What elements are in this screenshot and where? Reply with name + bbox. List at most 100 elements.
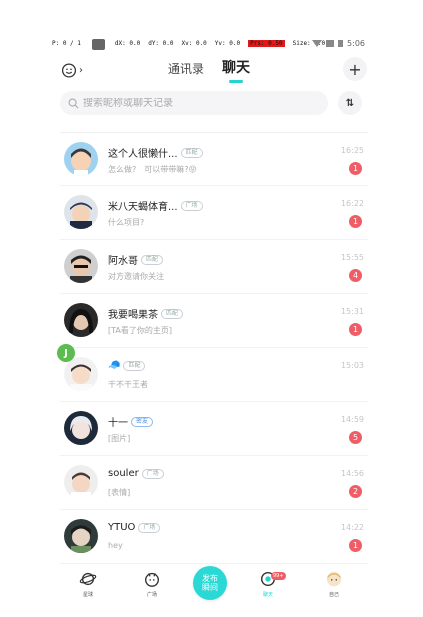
status-bar: 5:06 [312, 37, 365, 49]
conversation-row[interactable]: 十一 密友 [图片] 14:59 5 [60, 402, 368, 456]
wifi-icon [312, 39, 323, 47]
avatar[interactable] [64, 303, 98, 337]
source-tag: 密友 [131, 416, 154, 427]
anime-white-avatar-icon [64, 411, 98, 445]
conversation-row[interactable]: 我要喝果茶 匹配 [TA看了你的主页] 15:31 1 [60, 294, 368, 348]
nav-square[interactable]: 广场 [132, 570, 172, 598]
tab-chat[interactable]: 聊天 [222, 57, 250, 83]
source-tag: 广场 [141, 468, 164, 479]
source-tag: 匹配 [161, 308, 184, 319]
unread-badge: 1 [349, 539, 362, 552]
message-time: 14:59 [340, 415, 364, 424]
smile-plus-icon [61, 62, 77, 78]
status-app-icon [92, 39, 105, 50]
mood-button[interactable]: › [61, 59, 83, 81]
sort-button[interactable]: ⇅ [338, 91, 362, 115]
avatar[interactable] [64, 465, 98, 499]
nav-chat[interactable]: 99+ 聊天 [248, 570, 288, 598]
tab-contacts[interactable]: 通讯录 [168, 60, 204, 83]
conversation-row[interactable]: 这个人很懒什... 匹配 怎么做? 可以带带嘛?😝 16:25 1 [60, 132, 368, 186]
conversation-row[interactable]: 🧢 匹配 干不干王者 15:03 [60, 348, 368, 402]
conversation-row[interactable]: 阿水哥 匹配 对方邀请你关注 15:55 4 [60, 240, 368, 294]
contact-name: 米八天蝎体育... [108, 202, 178, 213]
avatar[interactable] [64, 519, 98, 553]
last-message: 什么项目? [108, 218, 145, 227]
boy-sketch-avatar-icon [64, 519, 98, 553]
contact-name: souler [108, 468, 139, 479]
nav-planet[interactable]: 星球 [68, 570, 108, 598]
add-button[interactable]: + [343, 57, 367, 81]
message-time: 15:55 [340, 253, 364, 262]
last-message: [表情] [108, 488, 131, 497]
debug-p: P: 0 / 1 [52, 39, 81, 47]
contact-name: 🧢 [108, 360, 121, 371]
unread-badge: 1 [349, 215, 362, 228]
nav-label-planet: 星球 [82, 592, 93, 598]
avatar[interactable] [64, 357, 98, 391]
source-tag: 广场 [138, 522, 161, 533]
debug-dy: dY: 0.0 [148, 39, 174, 47]
boy-cap-avatar-icon [64, 195, 98, 229]
contact-name: 阿水哥 [108, 256, 138, 267]
header: › 通讯录 聊天 + [55, 57, 367, 83]
signal-icon [326, 39, 335, 47]
unread-badge: 1 [349, 323, 362, 336]
last-message: [图片] [108, 434, 131, 443]
source-tag: 匹配 [123, 360, 146, 371]
unread-badge: 4 [349, 269, 362, 282]
search-bar[interactable] [60, 91, 328, 115]
conversation-row[interactable]: YTUO 广场 hey 14:22 1 [60, 510, 368, 564]
avatar[interactable] [64, 195, 98, 229]
message-time: 14:56 [340, 469, 364, 478]
boy-light-avatar-icon [64, 357, 98, 391]
debug-dx: dX: 0.0 [114, 39, 141, 47]
top-tabs: 通讯录 聊天 [168, 57, 250, 83]
floating-android-icon[interactable]: J [57, 344, 75, 362]
contact-name: YTUO [108, 522, 136, 533]
avatar[interactable] [64, 249, 98, 283]
last-message: 干不干王者 [108, 380, 148, 389]
contact-name: 这个人很懒什... [108, 149, 178, 160]
nav-me[interactable]: 自己 [314, 570, 354, 598]
search-icon [68, 98, 79, 108]
chevron-right-icon: › [79, 64, 83, 76]
last-message: 对方邀请你关注 [108, 272, 164, 281]
conversation-row[interactable]: souler 广场 [表情] 14:56 2 [60, 456, 368, 510]
unread-badge: 1 [349, 162, 362, 175]
boy-sunglasses-avatar-icon [64, 249, 98, 283]
source-tag: 广场 [180, 200, 203, 211]
contact-name: 十一 [108, 418, 128, 429]
source-tag: 匹配 [141, 254, 164, 265]
search-row: ⇅ [60, 91, 362, 115]
debug-yv: Yv: 0.0 [214, 39, 241, 47]
status-time: 5:06 [347, 38, 365, 48]
boy-plain-avatar-icon [64, 465, 98, 499]
battery-icon [338, 39, 344, 47]
message-time: 16:22 [340, 199, 364, 208]
message-time: 15:31 [340, 307, 364, 316]
nav-label-square: 广场 [146, 592, 157, 598]
profile-avatar-icon [326, 571, 342, 587]
nav-label-chat: 聊天 [262, 592, 273, 598]
last-message: hey [108, 541, 123, 550]
girl-dark-avatar-icon [64, 303, 98, 337]
source-tag: 匹配 [180, 147, 203, 158]
avatar[interactable] [64, 142, 98, 176]
conversation-list: 这个人很懒什... 匹配 怎么做? 可以带带嘛?😝 16:25 1 米八天蝎体育… [60, 132, 368, 564]
last-message: [TA看了你的主页] [108, 326, 172, 335]
last-message: 怎么做? 可以带带嘛?😝 [108, 165, 197, 174]
chat-unread-badge: 99+ [271, 572, 286, 580]
debug-prs: Prs: 0.50 [248, 39, 285, 47]
avatar[interactable] [64, 411, 98, 445]
message-time: 14:22 [340, 523, 364, 532]
message-time: 15:03 [340, 361, 364, 370]
bottom-nav: 星球 广场 发布 瞬间 99+ 聊天 自己 [60, 566, 368, 606]
publish-button[interactable]: 发布 瞬间 [193, 566, 227, 600]
unread-badge: 2 [349, 485, 362, 498]
nav-label-me: 自己 [328, 592, 339, 598]
planet-icon [79, 572, 97, 586]
search-input[interactable] [83, 97, 303, 109]
unread-badge: 5 [349, 431, 362, 444]
conversation-row[interactable]: 米八天蝎体育... 广场 什么项目? 16:22 1 [60, 186, 368, 240]
cartoon-boy-avatar-icon [64, 142, 98, 176]
